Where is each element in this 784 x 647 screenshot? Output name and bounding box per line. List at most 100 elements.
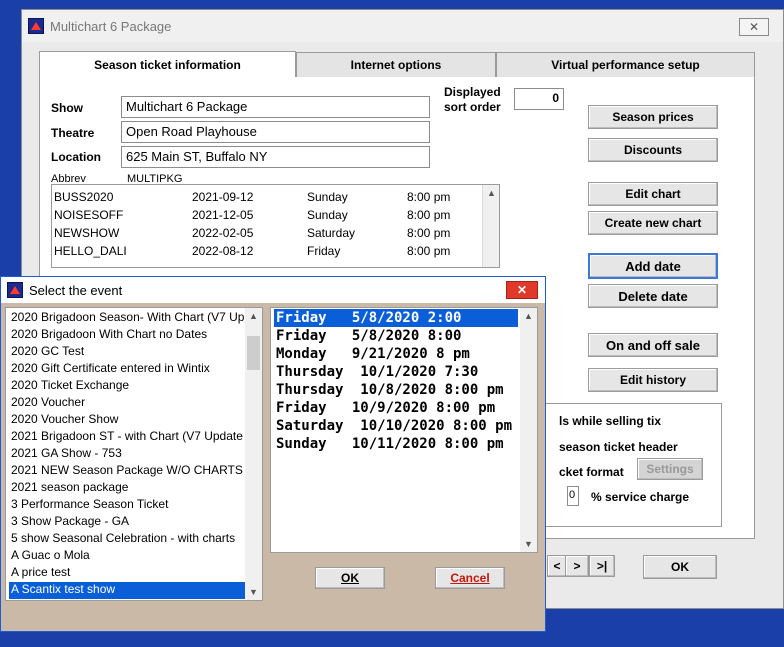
performance-time: 8:00 pm: [407, 226, 451, 240]
event-list-item[interactable]: 2021 NEW Season Package W/O CHARTS: [9, 463, 245, 480]
date-list-item[interactable]: Thursday 10/8/2020 8:00 pm: [274, 381, 518, 399]
app-icon: [28, 18, 44, 34]
date-list-item[interactable]: Friday 5/8/2020 2:00: [274, 309, 518, 327]
performance-row[interactable]: NEWSHOW 2022-02-05 Saturday 8:00 pm: [52, 224, 482, 242]
date-list-item[interactable]: Sunday 10/11/2020 8:00 pm: [274, 435, 518, 453]
select-event-dialog: Select the event ✕ 2020 Brigadoon Season…: [0, 276, 546, 632]
performance-time: 8:00 pm: [407, 208, 451, 222]
event-list-item[interactable]: 2020 Voucher Show: [9, 412, 245, 429]
event-list-item[interactable]: 3 Show Package - GA: [9, 514, 245, 531]
theatre-field[interactable]: Open Road Playhouse: [121, 121, 430, 143]
edit-chart-button[interactable]: Edit chart: [588, 182, 718, 206]
date-list-item[interactable]: Friday 5/8/2020 8:00: [274, 327, 518, 345]
event-list-item[interactable]: A Guac o Mola: [9, 548, 245, 565]
performance-row[interactable]: NOISESOFF 2021-12-05 Sunday 8:00 pm: [52, 206, 482, 224]
nav-next-button[interactable]: >: [565, 555, 589, 577]
theatre-label: Theatre: [51, 126, 95, 140]
date-list-item[interactable]: Friday 10/9/2020 8:00 pm: [274, 399, 518, 417]
event-list-item[interactable]: 2020 Brigadoon Season- With Chart (V7 Up: [9, 310, 245, 327]
performance-day: Sunday: [307, 190, 348, 204]
date-list-item[interactable]: Saturday 10/10/2020 8:00 pm: [274, 417, 518, 435]
sort-order-label-line2: sort order: [444, 100, 501, 114]
options-line1: ls while selling tix: [559, 414, 662, 428]
performance-day: Friday: [307, 244, 341, 258]
event-list-item[interactable]: 2020 Ticket Exchange: [9, 378, 245, 395]
event-list-item[interactable]: 3 Performance Season Ticket: [9, 497, 245, 514]
date-list-item[interactable]: Thursday 10/1/2020 7:30: [274, 363, 518, 381]
event-list[interactable]: 2020 Brigadoon Season- With Chart (V7 Up…: [5, 307, 263, 601]
event-list-scrollbar[interactable]: ▲ ▼: [245, 308, 262, 600]
edit-history-button[interactable]: Edit history: [588, 368, 718, 392]
tab-internet-options[interactable]: Internet options: [296, 52, 496, 78]
on-off-sale-button[interactable]: On and off sale: [588, 333, 718, 357]
performance-date: 2021-12-05: [192, 208, 254, 222]
event-list-item[interactable]: 2020 Gift Certificate entered in Wintix: [9, 361, 245, 378]
event-scroll-thumb[interactable]: [247, 336, 260, 370]
dialog-cancel-button[interactable]: Cancel: [435, 567, 505, 589]
date-list[interactable]: Friday 5/8/2020 2:00 Friday 5/8/2020 8:00…: [270, 307, 538, 553]
event-list-item[interactable]: 2021 Brigadoon ST - with Chart (V7 Updat…: [9, 429, 245, 446]
dialog-ok-button[interactable]: OK: [315, 567, 385, 589]
performance-day: Saturday: [307, 226, 356, 240]
performance-time: 8:00 pm: [407, 244, 451, 258]
show-field[interactable]: Multichart 6 Package: [121, 96, 430, 118]
event-list-item[interactable]: 2020 Brigadoon With Chart no Dates: [9, 327, 245, 344]
tab-season-ticket-information[interactable]: Season ticket information: [39, 51, 296, 78]
performance-code: BUSS2020: [54, 190, 114, 204]
event-list-item[interactable]: 2020 Voucher: [9, 395, 245, 412]
performance-code: NOISESOFF: [54, 208, 124, 222]
discounts-button[interactable]: Discounts: [588, 138, 718, 162]
event-scroll-up-icon[interactable]: ▲: [245, 308, 262, 324]
event-list-item[interactable]: 5 show Seasonal Celebration - with chart…: [9, 531, 245, 548]
date-scroll-down-icon[interactable]: ▼: [520, 536, 537, 552]
performance-date: 2021-09-12: [192, 190, 254, 204]
performance-list[interactable]: BUSS2020 2021-09-12 Sunday 8:00 pm NOISESOFF…: [51, 184, 500, 268]
options-line2: season ticket header: [559, 440, 678, 454]
tab-bar: Season ticket information Internet optio…: [39, 51, 755, 78]
event-scroll-down-icon[interactable]: ▼: [245, 584, 262, 600]
dialog-title: Select the event: [29, 282, 123, 298]
options-box: ls while selling tix season ticket heade…: [530, 403, 722, 527]
season-prices-button[interactable]: Season prices: [588, 105, 718, 129]
dialog-close-button[interactable]: ✕: [506, 281, 538, 299]
nav-last-button[interactable]: >|: [589, 555, 615, 577]
create-new-chart-button[interactable]: Create new chart: [588, 211, 718, 235]
performance-day: Sunday: [307, 208, 348, 222]
event-list-item[interactable]: A price test: [9, 565, 245, 582]
sort-order-field[interactable]: 0: [514, 88, 564, 110]
service-charge-label: % service charge: [591, 490, 690, 504]
sort-order-label-line1: Displayed: [444, 85, 501, 99]
main-close-button[interactable]: ✕: [739, 18, 769, 36]
add-date-button[interactable]: Add date: [588, 253, 718, 279]
event-list-item[interactable]: A Scantix test show: [9, 582, 245, 599]
location-field[interactable]: 625 Main ST, Buffalo NY: [121, 146, 430, 168]
settings-button[interactable]: Settings: [637, 458, 703, 480]
show-label: Show: [51, 101, 83, 115]
performance-time: 8:00 pm: [407, 190, 451, 204]
event-list-item[interactable]: 2021 GA Show - 753: [9, 446, 245, 463]
service-charge-field[interactable]: 0: [567, 486, 579, 506]
performance-date: 2022-02-05: [192, 226, 254, 240]
performance-code: HELLO_DALI: [54, 244, 127, 258]
performance-row[interactable]: HELLO_DALI 2022-08-12 Friday 8:00 pm: [52, 242, 482, 260]
main-window-title: Multichart 6 Package: [50, 18, 172, 34]
date-scroll-up-icon[interactable]: ▲: [520, 308, 537, 324]
dialog-app-icon: [7, 282, 23, 298]
delete-date-button[interactable]: Delete date: [588, 284, 718, 308]
scroll-up-icon[interactable]: ▲: [483, 185, 499, 201]
performance-list-scrollbar[interactable]: ▲: [482, 185, 499, 267]
tab-virtual-performance-setup[interactable]: Virtual performance setup: [496, 52, 755, 78]
event-list-item[interactable]: 2020 GC Test: [9, 344, 245, 361]
main-ok-button[interactable]: OK: [643, 555, 717, 579]
dialog-titlebar[interactable]: Select the event ✕: [1, 277, 545, 303]
performance-code: NEWSHOW: [54, 226, 120, 240]
date-list-item[interactable]: Monday 9/21/2020 8 pm: [274, 345, 518, 363]
nav-prev-button[interactable]: <: [547, 555, 567, 577]
date-list-scrollbar[interactable]: ▲ ▼: [520, 308, 537, 552]
location-label: Location: [51, 150, 101, 164]
performance-row[interactable]: BUSS2020 2021-09-12 Sunday 8:00 pm: [52, 188, 482, 206]
options-line3: cket format: [559, 465, 624, 479]
event-list-item[interactable]: 2021 season package: [9, 480, 245, 497]
main-titlebar[interactable]: Multichart 6 Package ✕: [22, 10, 783, 42]
performance-date: 2022-08-12: [192, 244, 254, 258]
